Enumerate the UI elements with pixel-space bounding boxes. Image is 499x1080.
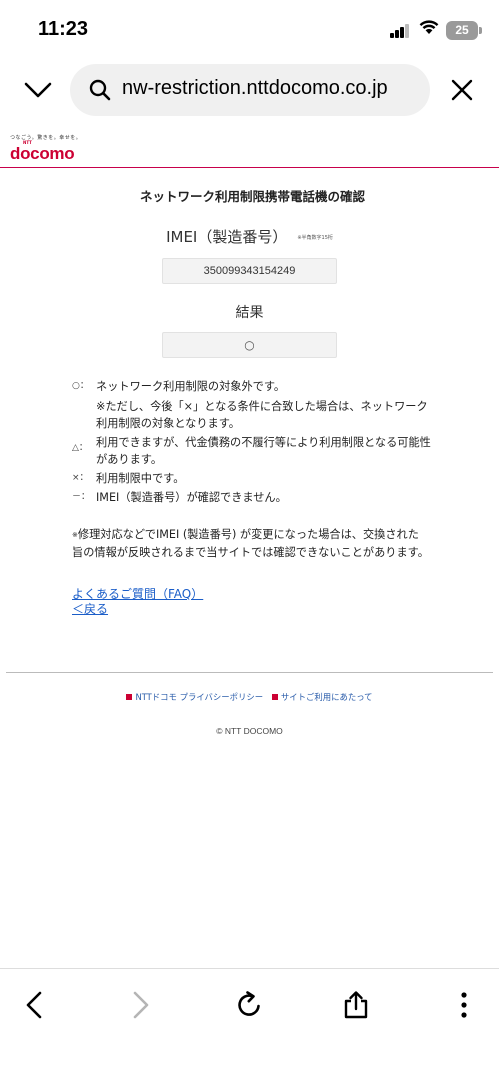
legend-mark-triangle: △： (72, 443, 88, 453)
search-icon (89, 79, 111, 101)
legend-mark-circle: ○： (72, 381, 89, 391)
brand-tagline: つなごう。驚きを。幸せを。 (10, 135, 82, 141)
imei-note: ※半角数字15桁 (297, 235, 333, 241)
result-label: 結果 (235, 305, 264, 321)
link-bullet-icon (271, 693, 278, 700)
imei-label-row: IMEI（製造番号） ※半角数字15桁 (0, 226, 499, 247)
legend-mark-cross: ×： (72, 473, 89, 483)
legend-item-dash: －： IMEI（製造番号）が確認できません。 (72, 489, 432, 506)
page-title: ネットワーク利用制限携帯電話機の確認 (139, 189, 365, 204)
back-button[interactable] (14, 985, 54, 1025)
status-bar: 11:23 25 (0, 0, 499, 58)
legend-text-circle: ネットワーク利用制限の対象外です。 (96, 380, 286, 393)
more-button[interactable] (444, 985, 484, 1025)
legend-item-triangle: △： 利用できますが、代金債務の不履行等により利用制限となる可能性があります。 (72, 434, 432, 468)
legend-item-cross: ×： 利用制限中です。 (72, 470, 432, 487)
privacy-policy-link[interactable]: NTTドコモ プライバシーポリシー (126, 691, 263, 703)
reload-icon (238, 991, 260, 1016)
forward-button[interactable] (121, 985, 161, 1025)
footer-divider (6, 672, 493, 673)
collapse-button[interactable] (20, 74, 56, 106)
imei-label: IMEI（製造番号） (166, 228, 288, 246)
cellular-signal-icon (390, 22, 410, 38)
address-bar[interactable]: nw-restriction.nttdocomo.co.jp (70, 64, 430, 116)
forward-arrow-icon (133, 991, 149, 1019)
legend-mark-dash: －： (72, 492, 91, 502)
legend-circle-sub: ※ただし、今後「×」となる条件に合致した場合は、ネットワーク利用制限の対象となり… (96, 400, 428, 430)
imei-change-note: ※修理対応などでIMEI (製造番号) が変更になった場合は、交換された旨の情報… (72, 526, 430, 562)
share-icon (344, 991, 368, 1019)
browser-bottom-bar (0, 968, 499, 1080)
status-time: 11:23 (38, 18, 89, 40)
battery-icon: 25 (446, 21, 482, 40)
legend-text-cross: 利用制限中です。 (96, 472, 185, 485)
close-icon (451, 79, 473, 101)
site-terms-link[interactable]: サイトご利用にあたって (271, 691, 373, 703)
note-text: 修理対応などでIMEI (製造番号) が変更になった場合は、交換された旨の情報が… (72, 528, 429, 559)
footer-links: NTTドコモ プライバシーポリシー サイトご利用にあたって (0, 691, 499, 703)
legend-text-dash: IMEI（製造番号）が確認できません。 (96, 491, 287, 504)
link-bullet-icon (126, 693, 133, 700)
share-button[interactable] (336, 985, 376, 1025)
wifi-icon (419, 20, 439, 34)
result-legend: ○： ネットワーク利用制限の対象外です。 ※ただし、今後「×」となる条件に合致し… (72, 378, 432, 506)
chevron-down-icon (24, 82, 52, 98)
back-arrow-icon (26, 991, 42, 1019)
copyright: © NTT DOCOMO (216, 726, 283, 736)
site-terms-label: サイトご利用にあたって (280, 692, 373, 702)
reload-button[interactable] (229, 985, 269, 1025)
privacy-policy-label: NTTドコモ プライバシーポリシー (135, 692, 264, 702)
site-header: つなごう。驚きを。幸せを。 NTT docomo (0, 124, 499, 168)
legend-item-circle: ○： ネットワーク利用制限の対象外です。 (72, 378, 432, 395)
close-button[interactable] (446, 74, 478, 106)
result-value-field: ○ (162, 332, 337, 358)
browser-toolbar: nw-restriction.nttdocomo.co.jp (0, 58, 499, 124)
more-icon (461, 992, 467, 1018)
docomo-logo[interactable]: docomo (10, 144, 75, 164)
url-text: nw-restriction.nttdocomo.co.jp (122, 77, 388, 99)
imei-value-field: 350099343154249 (162, 258, 337, 284)
legend-text-triangle: 利用できますが、代金債務の不履行等により利用制限となる可能性があります。 (96, 436, 431, 466)
back-link[interactable]: ＜戻る (72, 600, 108, 617)
